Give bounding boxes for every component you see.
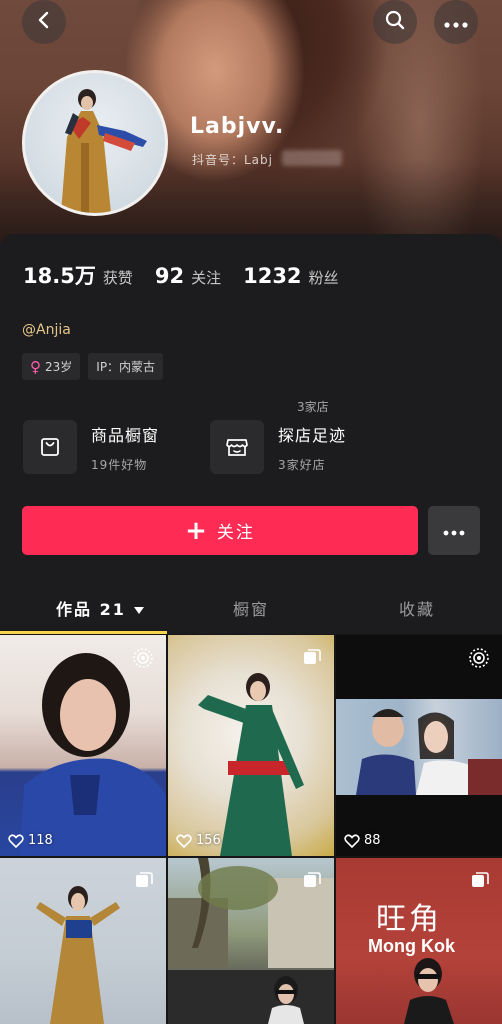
ip-text: IP：内蒙古	[96, 360, 156, 374]
profile-tags: ♀ 23岁 IP：内蒙古	[22, 353, 164, 380]
video-thumbnail[interactable]	[168, 858, 334, 1024]
video-grid: 118 156 88 旺角 Mong Kok	[0, 635, 502, 1024]
tab-works[interactable]: 作品 21	[56, 596, 145, 620]
bio-mention-link[interactable]: @Anjia	[22, 322, 71, 338]
tab-works-label: 作品 21	[56, 600, 126, 619]
tab-favorites[interactable]: 收藏	[399, 596, 435, 620]
video-thumbnail[interactable]	[0, 858, 166, 1024]
plus-icon: +	[185, 515, 209, 546]
stats-row: 18.5万 获赞 92 关注 1232 粉丝	[23, 260, 361, 290]
live-photo-icon	[468, 647, 490, 673]
caret-down-icon	[133, 600, 145, 619]
ip-tag: IP：内蒙古	[88, 353, 164, 380]
age-tag: ♀ 23岁	[22, 353, 81, 380]
tab-window[interactable]: 橱窗	[233, 596, 269, 620]
nickname: Labjvv.	[190, 114, 285, 139]
video-thumbnail[interactable]: 156	[168, 635, 334, 856]
back-button[interactable]	[22, 0, 66, 44]
more-actions-button[interactable]	[428, 506, 480, 555]
like-count: 118	[8, 833, 53, 848]
live-photo-icon	[132, 647, 154, 673]
douyin-id: 抖音号：Labj	[192, 153, 273, 167]
female-icon: ♀	[30, 357, 41, 376]
search-button[interactable]	[373, 0, 417, 44]
video-image	[336, 699, 502, 795]
more-dots-icon	[444, 13, 468, 32]
video-thumbnail[interactable]: 旺角 Mong Kok	[336, 858, 502, 1024]
stat-likes[interactable]: 18.5万 获赞	[23, 260, 133, 290]
video-thumbnail[interactable]: 118	[0, 635, 166, 856]
store-visits-count: 3家好店	[278, 457, 326, 472]
stat-following[interactable]: 92 关注	[155, 264, 221, 288]
heart-icon	[344, 833, 360, 848]
avatar[interactable]	[22, 70, 168, 216]
stat-value: 1232	[243, 264, 302, 288]
stat-value: 18.5万	[23, 264, 96, 288]
heart-icon	[176, 833, 192, 848]
store-visits-title: 探店足迹	[278, 425, 347, 445]
search-icon	[384, 9, 406, 35]
store-visits-card[interactable]: 探店足迹 3家好店	[210, 420, 346, 474]
avatar-image	[61, 89, 147, 213]
more-options-button[interactable]	[434, 0, 478, 44]
more-dots-icon	[443, 521, 465, 540]
product-window-title: 商品橱窗	[91, 425, 160, 445]
stat-followers[interactable]: 1232 粉丝	[243, 264, 338, 288]
like-count-text: 88	[364, 833, 381, 848]
age-text: 23岁	[45, 360, 73, 374]
stat-label: 粉丝	[308, 269, 339, 287]
video-thumbnail[interactable]: 88	[336, 635, 502, 856]
stat-label: 关注	[191, 269, 222, 287]
storefront-icon	[210, 420, 264, 474]
douyin-id-redaction	[282, 150, 342, 166]
shopping-bag-icon	[23, 420, 77, 474]
like-count: 156	[176, 833, 221, 848]
like-count-text: 118	[28, 833, 53, 848]
multi-image-icon	[302, 647, 322, 671]
follow-label: 关注	[216, 523, 255, 543]
active-tab-indicator	[0, 631, 167, 634]
follow-button[interactable]: + 关注	[22, 506, 418, 555]
content-tabs: 作品 21 橱窗 收藏	[0, 590, 502, 634]
multi-image-icon	[134, 870, 154, 894]
like-count: 88	[344, 833, 381, 848]
like-count-text: 156	[196, 833, 221, 848]
product-window-card[interactable]: 商品橱窗 19件好物	[23, 420, 159, 474]
stat-label: 获赞	[102, 269, 133, 287]
store-count-hint: 3家店	[297, 400, 329, 414]
heart-icon	[8, 833, 24, 848]
multi-image-icon	[470, 870, 490, 894]
product-window-count: 19件好物	[91, 457, 148, 472]
chevron-left-icon	[35, 11, 53, 33]
stat-value: 92	[154, 264, 185, 288]
multi-image-icon	[302, 870, 322, 894]
